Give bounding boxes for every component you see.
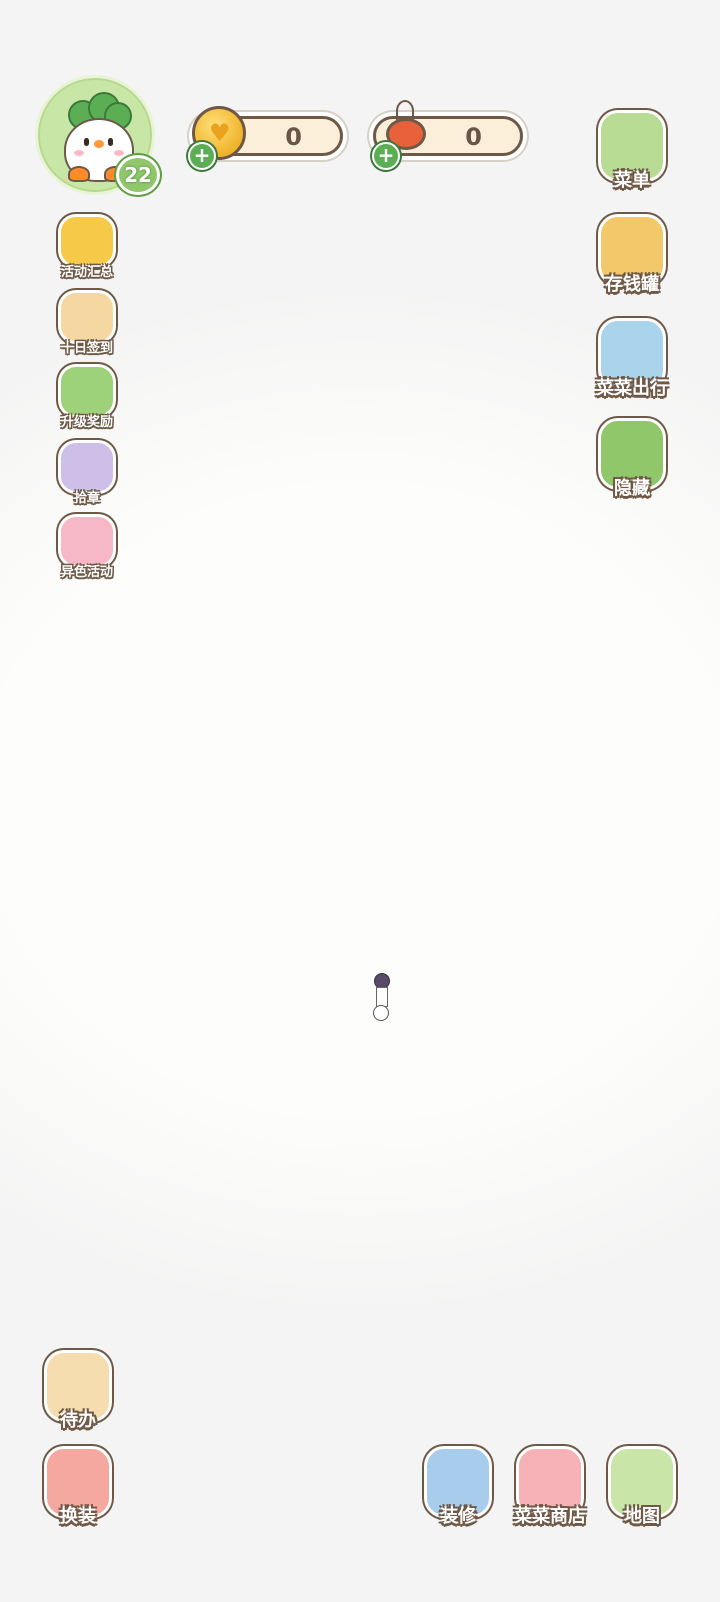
map-button[interactable]: 地图 <box>602 1446 682 1530</box>
vegetable-amount: 0 <box>465 123 482 151</box>
blush-icon <box>74 150 84 156</box>
piggy-bank-button[interactable]: 存钱罐 <box>592 214 672 298</box>
badge-button[interactable]: 拾章 <box>52 440 122 506</box>
dress-up-button[interactable]: 换装 <box>38 1446 118 1530</box>
vegetable-travel-button[interactable]: 菜菜出行 <box>592 318 672 402</box>
dress-up-label: 换装 <box>60 1506 96 1527</box>
decorate-button[interactable]: 装修 <box>418 1446 498 1530</box>
level-reward-button[interactable]: 升级奖励 <box>52 364 122 430</box>
hide-button[interactable]: 隐藏 <box>592 418 672 502</box>
level-badge: 22 <box>116 155 160 195</box>
badge-label: 拾章 <box>73 491 100 506</box>
vegetable-shop-button[interactable]: 菜菜商店 <box>510 1446 590 1530</box>
level-reward-label: 升级奖励 <box>60 415 113 430</box>
decorate-label: 装修 <box>440 1506 476 1527</box>
variant-event-button[interactable]: 异色活动 <box>52 514 122 580</box>
crown-icon <box>58 214 116 268</box>
vegetable-travel-label: 菜菜出行 <box>596 378 668 399</box>
player-character[interactable] <box>371 973 391 1023</box>
add-coin-button[interactable]: + <box>188 142 216 170</box>
variant-event-label: 异色活动 <box>60 565 113 580</box>
pet-icon <box>373 1005 389 1021</box>
eye-icon <box>108 138 113 146</box>
activity-summary-button[interactable]: 活动汇总 <box>52 214 122 280</box>
blush-icon <box>114 150 124 156</box>
piggy-bank-label: 存钱罐 <box>605 274 659 295</box>
ten-day-checkin-label: 十日签到 <box>60 341 113 356</box>
todo-label: 待办 <box>60 1410 96 1431</box>
foot-icon <box>68 166 90 182</box>
menu-button[interactable]: 菜单 <box>592 110 672 194</box>
activity-summary-label: 活动汇总 <box>60 265 113 280</box>
coin-amount: 0 <box>285 123 302 151</box>
menu-label: 菜单 <box>614 170 650 191</box>
map-label: 地图 <box>624 1506 660 1527</box>
calendar-check-icon <box>58 290 116 344</box>
add-vegetable-button[interactable]: + <box>372 142 400 170</box>
character-body-icon <box>376 987 388 1007</box>
beak-icon <box>94 140 104 148</box>
todo-button[interactable]: 待办 <box>38 1350 118 1434</box>
ten-day-checkin-button[interactable]: 十日签到 <box>52 290 122 356</box>
level-up-icon <box>58 364 116 418</box>
eye-icon <box>84 138 89 146</box>
hide-label: 隐藏 <box>614 478 650 499</box>
vegetable-shop-label: 菜菜商店 <box>514 1506 586 1527</box>
badge-bag-icon <box>58 440 116 494</box>
rainbow-icon <box>58 514 116 568</box>
